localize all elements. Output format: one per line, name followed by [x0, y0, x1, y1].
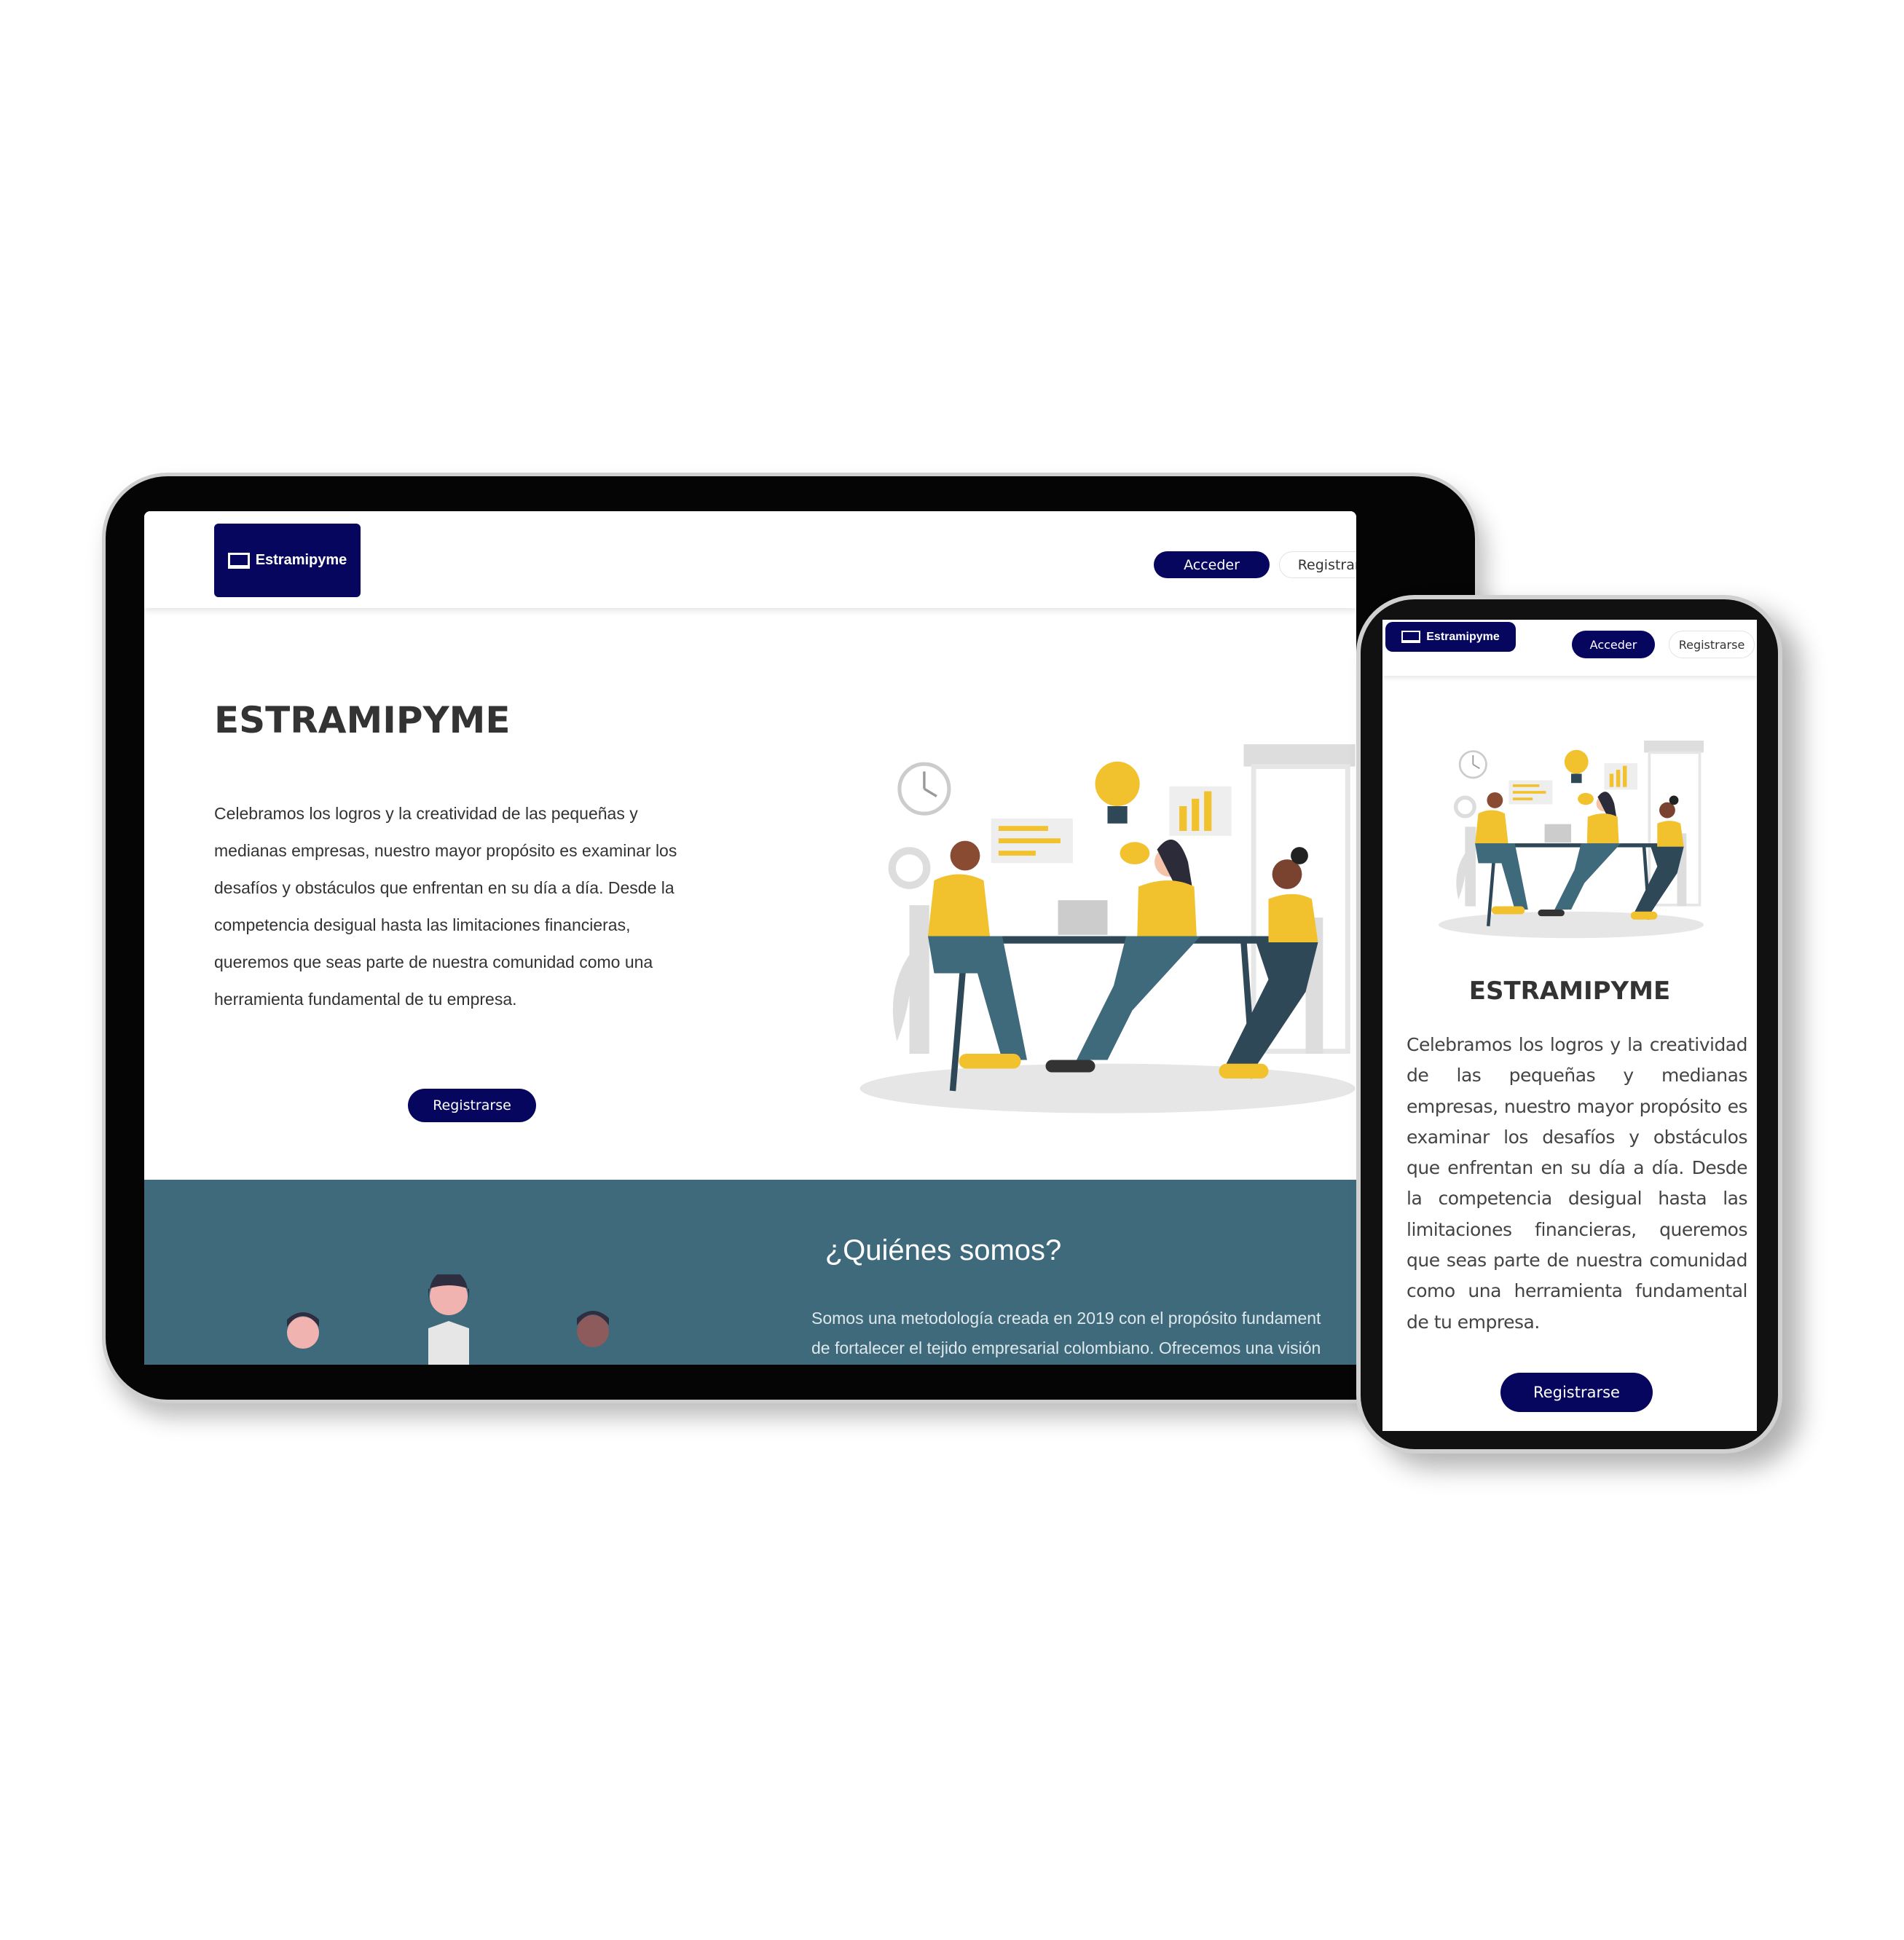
brand-logo[interactable]: Estramipyme [214, 524, 361, 597]
about-text: Somos una metodología creada en 2019 con… [811, 1304, 1321, 1363]
hero-text-line: medianas empresas, nuestro mayor propósi… [214, 841, 677, 860]
hero-text-line: queremos que seas parte de nuestra comun… [214, 953, 653, 971]
hero-text: Celebramos los logros y la creatividad d… [214, 795, 739, 1018]
site-header: Estramipyme Acceder Registrarse [144, 511, 1356, 608]
mobile-header: Estramipyme Acceder Registrarse [1382, 620, 1757, 676]
hero-register-button[interactable]: Registrarse [1500, 1373, 1653, 1412]
team-meeting-illustration [1412, 741, 1730, 939]
hero-text-line: competencia desigual hasta las limitacio… [214, 915, 631, 934]
team-avatars-illustration [287, 1274, 609, 1365]
about-text-line: de fortalecer el tejido empresarial colo… [811, 1338, 1321, 1357]
about-section: ¿Quiénes somos? Somos una metodología cr… [144, 1180, 1356, 1365]
register-nav-button[interactable]: Registrarse [1669, 631, 1755, 658]
team-meeting-illustration [859, 744, 1356, 1116]
tablet-screen: Estramipyme Acceder Registrarse ESTRAMIP… [144, 511, 1356, 1365]
about-title: ¿Quiénes somos? [825, 1234, 1062, 1266]
brand-name: Estramipyme [1426, 630, 1500, 643]
hero-text-line: Celebramos los logros y la creatividad d… [214, 804, 638, 823]
brand-logo[interactable]: Estramipyme [1385, 622, 1516, 652]
laptop-chart-icon [1401, 631, 1421, 643]
hero-title: ESTRAMIPYME [1468, 977, 1671, 1006]
hero-register-button[interactable]: Registrarse [408, 1089, 536, 1122]
hero-text: Celebramos los logros y la creatividad d… [1407, 1034, 1748, 1333]
laptop-chart-icon [227, 552, 250, 569]
phone-screen: Estramipyme Acceder Registrarse ESTRAMIP… [1382, 620, 1757, 1431]
hero-title: ESTRAMIPYME [214, 699, 511, 741]
login-button[interactable]: Acceder [1154, 551, 1270, 578]
register-nav-button[interactable]: Registrarse [1279, 551, 1356, 578]
hero-text-line: desafíos y obstáculos que enfrentan en s… [214, 878, 674, 897]
brand-name: Estramipyme [255, 552, 347, 568]
about-text-line: Somos una metodología creada en 2019 con… [811, 1309, 1321, 1328]
hero-text-line: herramienta fundamental de tu empresa. [214, 990, 517, 1009]
login-button[interactable]: Acceder [1572, 631, 1655, 658]
